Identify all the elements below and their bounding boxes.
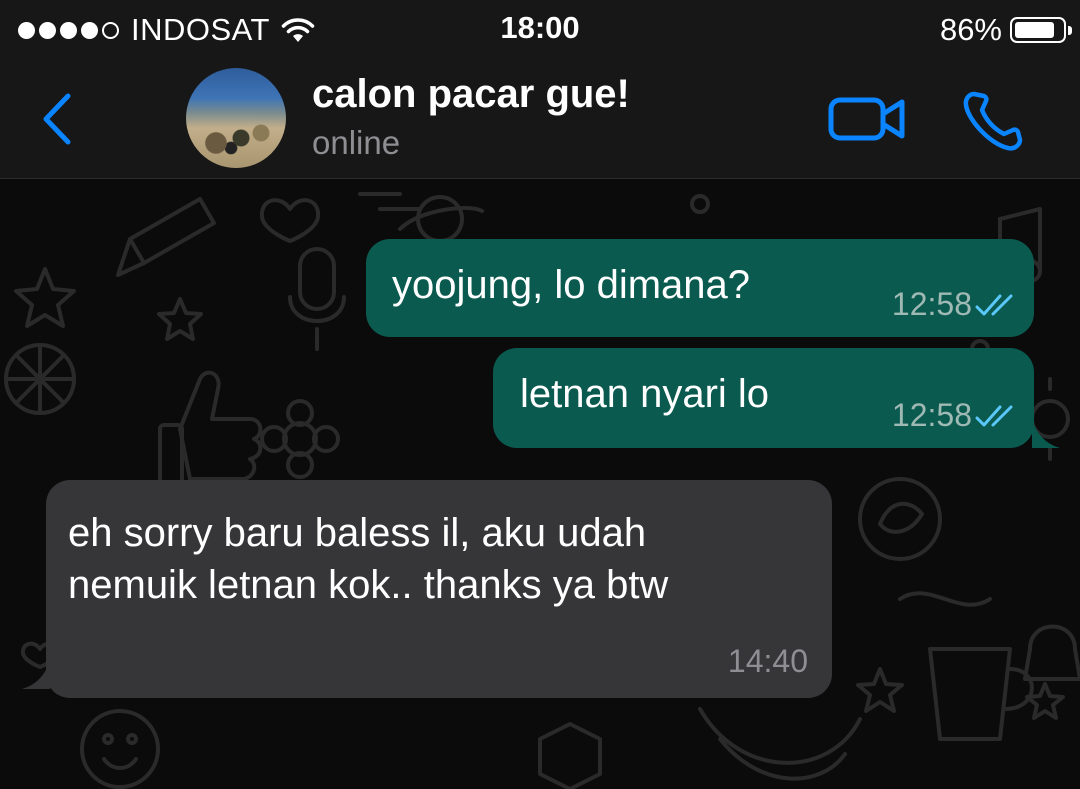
message-text: yoojung, lo dimana?: [392, 263, 751, 307]
bubble-tail: [1032, 418, 1060, 448]
message-bubble-incoming[interactable]: eh sorry baru baless il, aku udah nemuik…: [46, 480, 832, 698]
status-time: 18:00: [500, 10, 580, 45]
contact-status: online: [312, 124, 401, 161]
status-bar-right: 86%: [939, 12, 1072, 48]
message-time: 14:40: [727, 643, 808, 679]
chat-area[interactable]: yoojung, lo dimana? 12:58 letnan nyari l…: [0, 179, 1080, 789]
message-meta: 12:58: [892, 397, 1020, 434]
phone-call-icon[interactable]: [960, 88, 1026, 154]
contact-name[interactable]: calon pacar gue!: [312, 72, 630, 117]
back-chevron-icon[interactable]: [38, 90, 78, 148]
double-check-read-icon: [975, 294, 1013, 315]
message-meta: 14:40: [728, 643, 808, 680]
message-text: letnan nyari lo: [520, 372, 770, 416]
chat-header: calon pacar gue! online: [0, 60, 1080, 179]
bubble-tail: [22, 659, 50, 689]
message-meta: 12:58: [892, 286, 1020, 323]
message-text: eh sorry baru baless il, aku udah nemuik…: [68, 511, 669, 607]
message-time: 12:58: [891, 286, 972, 322]
message-time: 12:58: [891, 397, 972, 433]
battery-icon: [1010, 17, 1072, 43]
message-bubble-outgoing[interactable]: yoojung, lo dimana? 12:58: [366, 239, 1034, 337]
message-bubble-outgoing[interactable]: letnan nyari lo 12:58: [493, 348, 1034, 448]
contact-avatar[interactable]: [186, 68, 286, 168]
video-call-icon[interactable]: [828, 90, 908, 146]
double-check-read-icon: [975, 405, 1013, 426]
status-bar: INDOSAT 18:00 86%: [0, 0, 1080, 60]
battery-fill: [1015, 22, 1054, 38]
battery-percentage: 86%: [939, 12, 1002, 47]
